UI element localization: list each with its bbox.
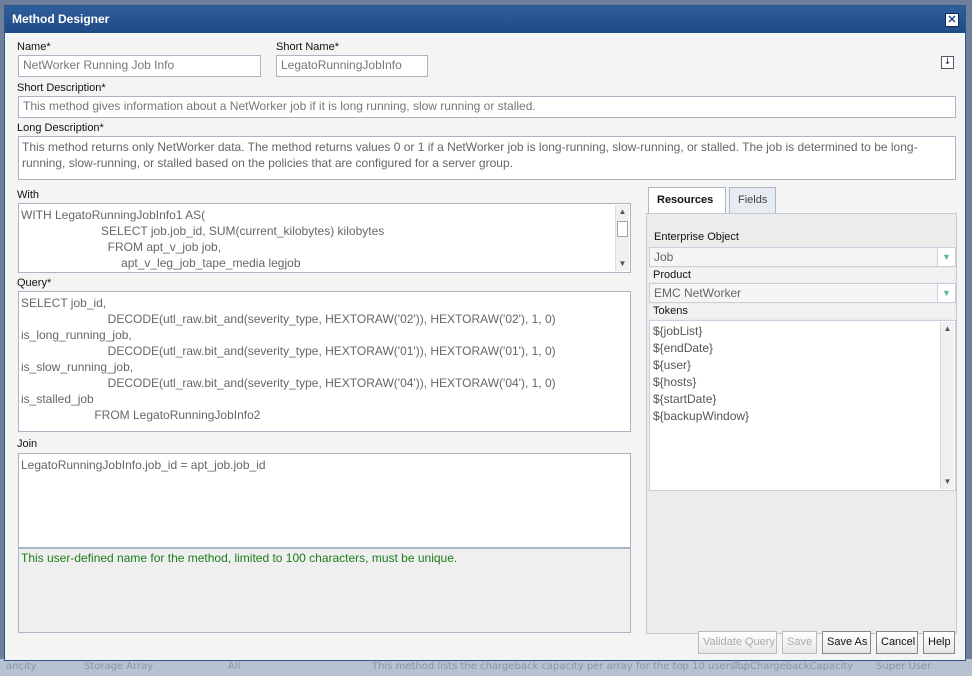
query-textarea[interactable]: SELECT job_id, DECODE(utl_raw.bit_and(se… (18, 291, 631, 432)
chevron-down-icon[interactable]: ▼ (937, 284, 955, 302)
token-item[interactable]: ${startDate} (653, 391, 952, 408)
validate-query-button[interactable]: Validate Query (698, 631, 777, 654)
tokens-label: Tokens (649, 304, 954, 318)
chevron-down-icon[interactable]: ▼ (937, 248, 955, 266)
product-select[interactable]: EMC NetWorker ▼ (649, 283, 956, 303)
query-label: Query* (17, 277, 52, 289)
resources-panel: Enterprise Object Job ▼ Product EMC NetW… (646, 213, 957, 634)
enterprise-object-value: Job (654, 250, 674, 264)
with-line: WITH LegatoRunningJobInfo1 AS( (21, 208, 206, 222)
short-name-field[interactable]: LegatoRunningJobInfo (276, 55, 428, 77)
short-description-field[interactable]: This method gives information about a Ne… (18, 96, 956, 118)
scroll-up-icon[interactable]: ▲ (616, 206, 629, 218)
token-item[interactable]: ${endDate} (653, 340, 952, 357)
tokens-scrollbar[interactable]: ▲ ▼ (940, 322, 954, 489)
close-icon[interactable]: ✕ (945, 13, 959, 27)
with-line: SELECT job.job_id, SUM(current_kilobytes… (21, 224, 385, 238)
background-cell: All (228, 661, 241, 672)
hint-text: This user-defined name for the method, l… (21, 551, 458, 565)
tokens-list[interactable]: ${jobList} ${endDate} ${user} ${hosts} $… (649, 320, 956, 491)
query-line: FROM LegatoRunningJobInfo2 (21, 408, 261, 422)
token-item[interactable]: ${user} (653, 357, 952, 374)
dialog-body: Name* NetWorker Running Job Info Short N… (5, 33, 965, 660)
enterprise-object-select[interactable]: Job ▼ (649, 247, 956, 267)
with-label: With (17, 189, 39, 201)
join-label: Join (17, 438, 38, 450)
scroll-down-icon[interactable]: ▼ (941, 476, 954, 488)
expand-chevron-icon[interactable]: ↓ (941, 56, 954, 69)
query-line: is_long_running_job, (21, 328, 132, 342)
short-name-label: Short Name* (276, 41, 339, 53)
long-description-label: Long Description* (17, 122, 104, 134)
with-scrollbar[interactable]: ▲ ▼ (615, 205, 629, 271)
token-item[interactable]: ${backupWindow} (653, 408, 952, 425)
with-line: FROM apt_v_job job, (21, 240, 222, 254)
query-line: is_stalled_job (21, 392, 94, 406)
name-field[interactable]: NetWorker Running Job Info (18, 55, 261, 77)
cancel-button[interactable]: Cancel (876, 631, 918, 654)
dialog-title: Method Designer (12, 12, 110, 26)
query-line: DECODE(utl_raw.bit_and(severity_type, HE… (21, 344, 556, 358)
join-textarea[interactable]: LegatoRunningJobInfo.job_id = apt_job.jo… (18, 453, 631, 548)
background-cell: ancity (6, 661, 37, 672)
dialog-titlebar[interactable]: Method Designer ✕ (5, 6, 965, 33)
long-description-text: This method returns only NetWorker data.… (22, 140, 918, 170)
query-line: SELECT job_id, (21, 296, 107, 310)
query-line: DECODE(utl_raw.bit_and(severity_type, HE… (21, 376, 556, 390)
token-item[interactable]: ${hosts} (653, 374, 952, 391)
query-line: DECODE(utl_raw.bit_and(severity_type, HE… (21, 312, 556, 326)
short-description-label: Short Description* (17, 82, 106, 94)
method-designer-dialog: Method Designer ✕ Name* NetWorker Runnin… (4, 5, 966, 661)
token-item[interactable]: ${jobList} (653, 323, 952, 340)
product-label: Product (649, 268, 954, 282)
join-line: LegatoRunningJobInfo.job_id = apt_job.jo… (21, 458, 266, 472)
with-textarea[interactable]: WITH LegatoRunningJobInfo1 AS( SELECT jo… (18, 203, 631, 273)
tab-resources[interactable]: Resources (648, 187, 726, 215)
name-label: Name* (17, 41, 51, 53)
long-description-field[interactable]: This method returns only NetWorker data.… (18, 136, 956, 180)
save-button[interactable]: Save (782, 631, 817, 654)
save-as-button[interactable]: Save As (822, 631, 871, 654)
scroll-thumb[interactable] (617, 221, 628, 237)
enterprise-object-label: Enterprise Object (654, 231, 739, 243)
hint-panel: This user-defined name for the method, l… (18, 548, 631, 633)
scroll-up-icon[interactable]: ▲ (941, 323, 954, 335)
help-button[interactable]: Help (923, 631, 955, 654)
query-line: is_slow_running_job, (21, 360, 134, 374)
background-cell: Super User (876, 661, 932, 672)
scroll-down-icon[interactable]: ▼ (616, 258, 629, 270)
background-cell: TopChargebackCapacity (733, 661, 854, 672)
tab-fields[interactable]: Fields (729, 187, 776, 214)
background-cell: Storage Array (84, 661, 154, 672)
background-table-row: ancity Storage Array All This method lis… (0, 659, 972, 676)
with-line: apt_v_leg_job_tape_media legjob (21, 256, 301, 270)
product-value: EMC NetWorker (654, 286, 742, 300)
background-cell: This method lists the chargeback capacit… (372, 661, 748, 672)
